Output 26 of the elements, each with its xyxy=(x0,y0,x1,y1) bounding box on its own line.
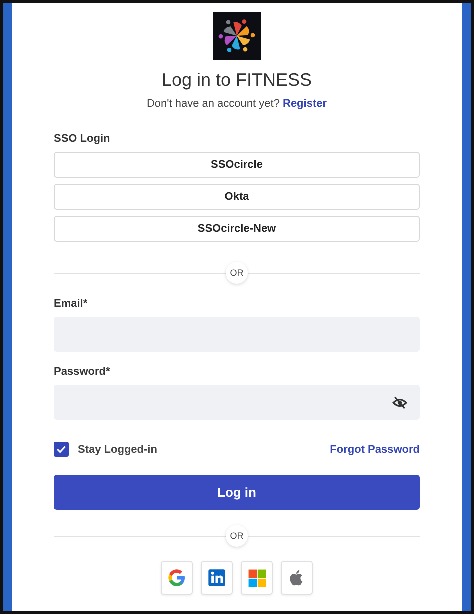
sso-button[interactable]: SSOcircle-New xyxy=(54,216,420,242)
linkedin-login-button[interactable] xyxy=(201,561,233,595)
linkedin-icon xyxy=(207,568,227,588)
divider-label: OR xyxy=(226,262,248,284)
forgot-password-link[interactable]: Forgot Password xyxy=(330,444,420,456)
field-label: Password* xyxy=(54,365,112,379)
apple-login-button[interactable] xyxy=(281,561,313,595)
section-label: SSO Login xyxy=(54,132,112,146)
google-icon xyxy=(167,568,187,588)
login-button[interactable]: Log in xyxy=(54,475,420,510)
field-label: Email* xyxy=(54,297,89,311)
logo-icon xyxy=(213,12,261,60)
password-field[interactable] xyxy=(54,385,420,420)
register-link[interactable]: Register xyxy=(283,98,328,110)
microsoft-icon xyxy=(248,568,266,588)
sso-button[interactable]: Okta xyxy=(54,184,420,210)
hidden-eye-icon[interactable] xyxy=(392,394,408,410)
checkbox[interactable] xyxy=(54,442,69,457)
google-login-button[interactable] xyxy=(161,561,193,595)
page-title: Log in to FITNESS xyxy=(160,69,314,91)
checkbox-label: Stay Logged-in xyxy=(78,444,158,456)
checkmark-icon xyxy=(56,444,67,455)
signup-prompt: Don't have an account yet? xyxy=(146,98,280,110)
divider-label: OR xyxy=(226,525,248,547)
microsoft-login-button[interactable] xyxy=(241,561,273,595)
sso-button[interactable]: SSOcircle xyxy=(54,152,420,178)
